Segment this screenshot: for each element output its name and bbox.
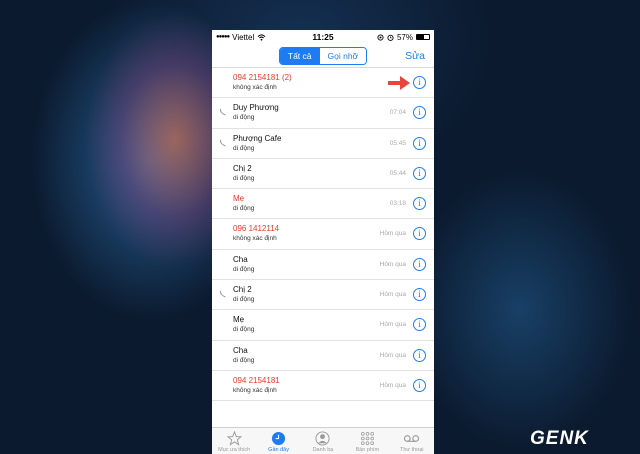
watermark-logo: GENK [530, 428, 589, 449]
info-icon[interactable]: i [413, 378, 426, 392]
caller-name: 094 2154181 [233, 375, 280, 385]
caller-type: di động [233, 356, 255, 364]
caller-name: Cha [233, 345, 248, 355]
call-row[interactable]: Chị 2 di động Hôm qua i [212, 280, 434, 311]
caller-name: Chị 2 [233, 163, 252, 173]
call-time: Hôm qua [379, 260, 406, 268]
tab-contacts[interactable]: Danh bạ [301, 428, 345, 454]
caller-name: 096 1412114 [233, 224, 280, 234]
outgoing-call-icon [219, 139, 226, 147]
info-icon[interactable]: i [413, 318, 426, 332]
battery-icon [416, 34, 430, 40]
info-icon[interactable]: i [413, 227, 426, 241]
wifi-icon [257, 33, 266, 41]
info-icon[interactable]: i [413, 257, 426, 271]
status-right: 57% [352, 33, 430, 42]
caller-name: Mẹ [233, 194, 245, 204]
tab-star[interactable]: Mục ưa thích [212, 428, 256, 454]
pointer-arrow-icon [388, 76, 410, 90]
clock-icon [270, 430, 287, 447]
call-time: Hôm qua [379, 381, 406, 389]
keypad-icon [359, 430, 376, 447]
call-row[interactable]: Duy Phương di động 07:04 i [212, 98, 434, 129]
contacts-icon [314, 430, 331, 447]
call-row[interactable]: Mẹ di động 03:18 i [212, 189, 434, 220]
caller-type: di động [233, 205, 255, 213]
signal-icon: ●●●●● [216, 34, 230, 40]
phone-screen: ●●●●● Viettel 11:25 57% Tất cả Gọi nhỡ S… [212, 30, 434, 454]
caller-type: di động [233, 144, 255, 152]
rotation-lock-icon [377, 33, 384, 41]
battery-fill [417, 35, 424, 39]
info-icon[interactable]: i [413, 136, 426, 150]
tab-label: Bàn phím [355, 447, 380, 453]
carrier-label: Viettel [232, 32, 255, 42]
segment-all[interactable]: Tất cả [279, 47, 320, 64]
tab-label: Thư thoại [399, 447, 424, 453]
alarm-icon [387, 34, 394, 41]
caller-name: Chị 2 [233, 285, 252, 295]
caller-type: di động [233, 296, 255, 304]
caller-type: di động [233, 265, 255, 273]
status-bar: ●●●●● Viettel 11:25 57% [212, 30, 434, 44]
battery-percent: 57% [396, 32, 413, 42]
caller-type: không xác định [233, 386, 277, 394]
call-time: Hôm qua [379, 321, 406, 329]
call-row[interactable]: 096 1412114 không xác định Hôm qua i [212, 219, 434, 250]
status-time: 11:25 [312, 32, 334, 42]
tab-label: Gần đây [268, 447, 289, 453]
call-row[interactable]: Cha di động Hôm qua i [212, 341, 434, 371]
caller-type: di động [233, 114, 255, 122]
call-time: 07:04 [389, 109, 406, 117]
info-icon[interactable]: i [413, 348, 426, 362]
call-row[interactable]: Chị 2 di động 05:44 i [212, 159, 434, 190]
call-time: 05:44 [389, 169, 406, 177]
outgoing-call-icon [219, 109, 226, 116]
tab-keypad[interactable]: Bàn phím [345, 428, 389, 454]
call-time: Hôm qua [379, 351, 406, 359]
tab-label: Mục ưa thích [218, 447, 251, 453]
caller-type: di động [233, 174, 255, 182]
call-time: 03:18 [389, 200, 406, 208]
info-icon[interactable]: i [413, 166, 426, 180]
tab-label: Danh bạ [312, 447, 334, 453]
info-icon[interactable]: i [413, 106, 426, 120]
call-row[interactable]: Cha di động Hôm qua i [212, 250, 434, 281]
star-icon [226, 430, 243, 447]
caller-name: Mẹ [233, 315, 245, 325]
info-icon[interactable]: i [413, 197, 426, 211]
call-row[interactable]: 094 2154181 không xác định Hôm qua i [212, 371, 434, 402]
caller-type: không xác định [233, 84, 277, 91]
caller-type: không xác định [233, 235, 277, 243]
call-row[interactable]: 094 2154181 (2) không xác định i [212, 68, 434, 99]
info-icon[interactable]: i [413, 76, 426, 89]
call-time: Hôm qua [379, 230, 406, 238]
caller-name: Phượng Cafe [233, 133, 282, 143]
tab-bar: Mục ưa thích Gần đây Danh bạ Bàn phím Thư th… [212, 427, 434, 454]
tab-voicemail[interactable]: Thư thoại [390, 428, 434, 454]
caller-name: Duy Phương [233, 103, 279, 113]
status-left: ●●●●● Viettel [216, 33, 294, 42]
caller-type: di động [233, 326, 255, 334]
edit-button[interactable]: Sửa [405, 50, 425, 62]
tab-clock[interactable]: Gần đây [257, 428, 301, 454]
call-filter-segmented: Tất cả Gọi nhỡ [278, 46, 368, 65]
voicemail-icon [403, 430, 420, 447]
recent-calls-list: 094 2154181 (2) không xác định i Duy Phương… [212, 68, 434, 427]
info-icon[interactable]: i [413, 288, 426, 302]
segment-missed[interactable]: Gọi nhỡ [319, 47, 367, 64]
call-row[interactable]: Phượng Cafe di động 05:45 i [212, 129, 434, 159]
caller-name: Cha [233, 254, 248, 264]
nav-bar: Tất cả Gọi nhỡ Sửa [212, 44, 434, 68]
call-time: Hôm qua [379, 291, 406, 299]
caller-name: 094 2154181 (2) [233, 73, 292, 82]
outgoing-call-icon [219, 291, 226, 298]
call-time: 05:45 [389, 139, 406, 147]
call-row[interactable]: Mẹ di động Hôm qua i [212, 310, 434, 341]
